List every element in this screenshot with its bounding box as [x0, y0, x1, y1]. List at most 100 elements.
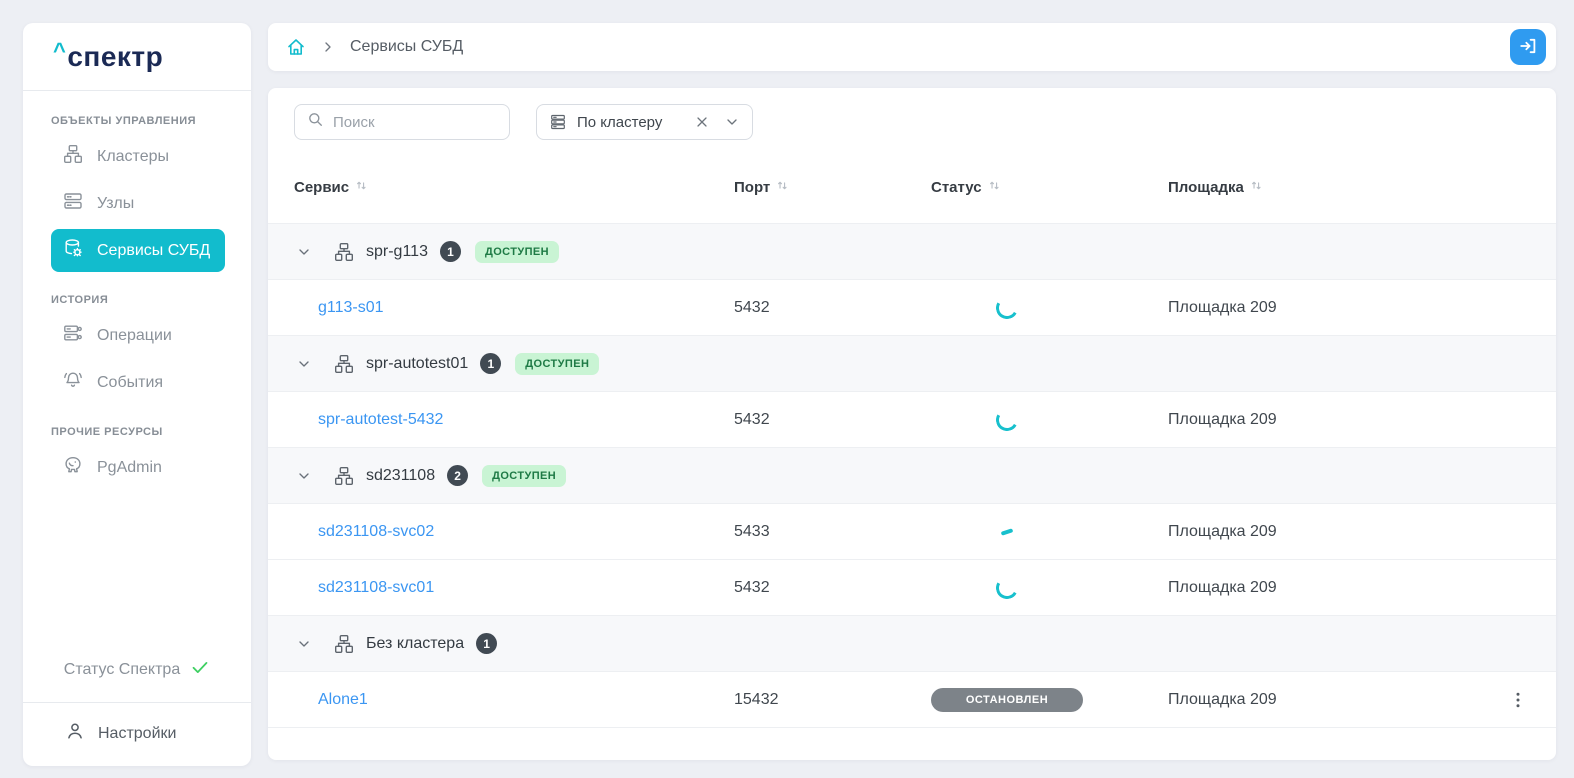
check-icon: [190, 657, 210, 682]
sidebar-item-события[interactable]: События: [51, 361, 225, 404]
cluster-icon: [63, 144, 83, 169]
cluster-name: spr-g113: [366, 243, 428, 261]
cluster-group-row[interactable]: sd2311082ДОСТУПЕН: [268, 448, 1556, 504]
service-count-badge: 1: [480, 353, 501, 374]
search-box[interactable]: [294, 104, 510, 140]
sidebar-nav: ОБЪЕКТЫ УПРАВЛЕНИЯ Кластеры Узлы Сервисы СУ…: [23, 91, 251, 643]
service-name-link[interactable]: sd231108-svc01: [294, 579, 734, 597]
cluster-status-badge: ДОСТУПЕН: [515, 353, 599, 375]
sidebar-item-label: PgAdmin: [97, 459, 162, 477]
loading-spinner: [1001, 528, 1014, 536]
search-input[interactable]: [333, 114, 497, 131]
column-label: Площадка: [1168, 179, 1244, 196]
chevron-down-icon[interactable]: [296, 356, 312, 372]
service-name-link[interactable]: g113-s01: [294, 299, 734, 317]
service-count-badge: 1: [440, 241, 461, 262]
db-services-panel: По кластеру Сервис Порт СтатусПлощадка spr…: [268, 88, 1556, 760]
sidebar-item-операции[interactable]: Операции: [51, 314, 225, 357]
pgadmin-elephant-icon: [63, 455, 83, 480]
cluster-status-badge: ДОСТУПЕН: [482, 465, 566, 487]
cluster-icon: [334, 634, 354, 654]
service-status: [931, 409, 1168, 431]
service-count-badge: 2: [447, 465, 468, 486]
chevron-down-icon[interactable]: [296, 636, 312, 652]
service-site: Площадка 209: [1168, 691, 1490, 709]
breadcrumb-current: Сервисы СУБД: [350, 38, 463, 56]
spektr-status-label: Статус Спектра: [64, 661, 180, 679]
column-header-порт[interactable]: Порт: [734, 179, 931, 196]
sort-icon[interactable]: [988, 179, 1001, 196]
sidebar-item-сервисы-субд[interactable]: Сервисы СУБД: [51, 229, 225, 272]
service-site: Площадка 209: [1168, 579, 1490, 597]
table-header: Сервис Порт СтатусПлощадка: [268, 140, 1556, 224]
settings-label: Настройки: [98, 725, 176, 743]
service-count-badge: 1: [476, 633, 497, 654]
login-button[interactable]: [1510, 29, 1546, 65]
clear-filter-icon[interactable]: [694, 114, 710, 130]
loading-spinner: [994, 574, 1021, 601]
events-bell-icon: [63, 370, 83, 395]
settings-button[interactable]: Настройки: [23, 702, 251, 752]
sidebar-item-label: Кластеры: [97, 148, 169, 166]
sort-icon[interactable]: [355, 179, 368, 196]
cluster-group-row[interactable]: spr-g1131ДОСТУПЕН: [268, 224, 1556, 280]
sidebar-item-узлы[interactable]: Узлы: [51, 182, 225, 225]
nav-section-title: ОБЪЕКТЫ УПРАВЛЕНИЯ: [23, 97, 251, 131]
sidebar-item-label: События: [97, 374, 163, 392]
chevron-down-icon[interactable]: [296, 468, 312, 484]
sort-icon[interactable]: [776, 179, 789, 196]
user-icon: [65, 721, 85, 746]
column-label: Сервис: [294, 179, 349, 196]
service-row: sd231108-svc015432 Площадка 209: [268, 560, 1556, 616]
cluster-group-row[interactable]: spr-autotest011ДОСТУПЕН: [268, 336, 1556, 392]
spektr-status: Статус Спектра: [23, 643, 251, 702]
service-name-link[interactable]: spr-autotest-5432: [294, 411, 734, 429]
service-port: 5432: [734, 299, 931, 317]
service-name-link[interactable]: Alone1: [294, 691, 734, 709]
sidebar-bottom: Статус Спектра Настройки: [23, 643, 251, 766]
cluster-group-row[interactable]: Без кластера1: [268, 616, 1556, 672]
nav-section-title: ИСТОРИЯ: [23, 276, 251, 310]
cluster-icon: [334, 354, 354, 374]
status-badge-stopped: ОСТАНОВЛЕН: [931, 688, 1083, 712]
chevron-right-icon: [320, 39, 336, 55]
service-status: [931, 577, 1168, 599]
sidebar-item-label: Сервисы СУБД: [97, 242, 210, 260]
service-row: Alone115432ОСТАНОВЛЕН Площадка 209: [268, 672, 1556, 728]
nav-section-title: ПРОЧИЕ РЕСУРСЫ: [23, 408, 251, 442]
service-name-link[interactable]: sd231108-svc02: [294, 523, 734, 541]
cluster-icon: [334, 466, 354, 486]
row-menu-button[interactable]: [1490, 690, 1546, 710]
filter-label: По кластеру: [577, 114, 662, 131]
service-row: spr-autotest-54325432 Площадка 209: [268, 392, 1556, 448]
layers-icon: [549, 113, 567, 131]
sidebar-item-кластеры[interactable]: Кластеры: [51, 135, 225, 178]
service-port: 15432: [734, 691, 931, 709]
logo-text: спектр: [67, 41, 163, 73]
service-port: 5432: [734, 411, 931, 429]
operations-icon: [63, 323, 83, 348]
service-status: [931, 530, 1168, 534]
column-header-статус[interactable]: Статус: [931, 179, 1168, 196]
search-icon: [307, 111, 324, 133]
sidebar-item-label: Операции: [97, 327, 172, 345]
sort-icon[interactable]: [1250, 179, 1263, 196]
column-header-сервис[interactable]: Сервис: [294, 179, 734, 196]
home-icon[interactable]: [286, 37, 306, 57]
chevron-down-icon[interactable]: [724, 114, 740, 130]
service-site: Площадка 209: [1168, 411, 1490, 429]
sidebar-item-pgadmin[interactable]: PgAdmin: [51, 446, 225, 489]
breadcrumb: Сервисы СУБД: [286, 37, 1510, 57]
group-by-cluster-filter[interactable]: По кластеру: [536, 104, 753, 140]
column-header-площадка[interactable]: Площадка: [1168, 179, 1490, 196]
login-icon: [1518, 36, 1538, 59]
service-site: Площадка 209: [1168, 299, 1490, 317]
column-label: Порт: [734, 179, 770, 196]
chevron-down-icon[interactable]: [296, 244, 312, 260]
table-body: spr-g1131ДОСТУПЕНg113-s015432Площадка 20…: [268, 224, 1556, 728]
service-port: 5432: [734, 579, 931, 597]
loading-spinner: [994, 406, 1021, 433]
app-logo: ^спектр: [23, 23, 251, 91]
service-port: 5433: [734, 523, 931, 541]
service-row: sd231108-svc025433Площадка 209: [268, 504, 1556, 560]
